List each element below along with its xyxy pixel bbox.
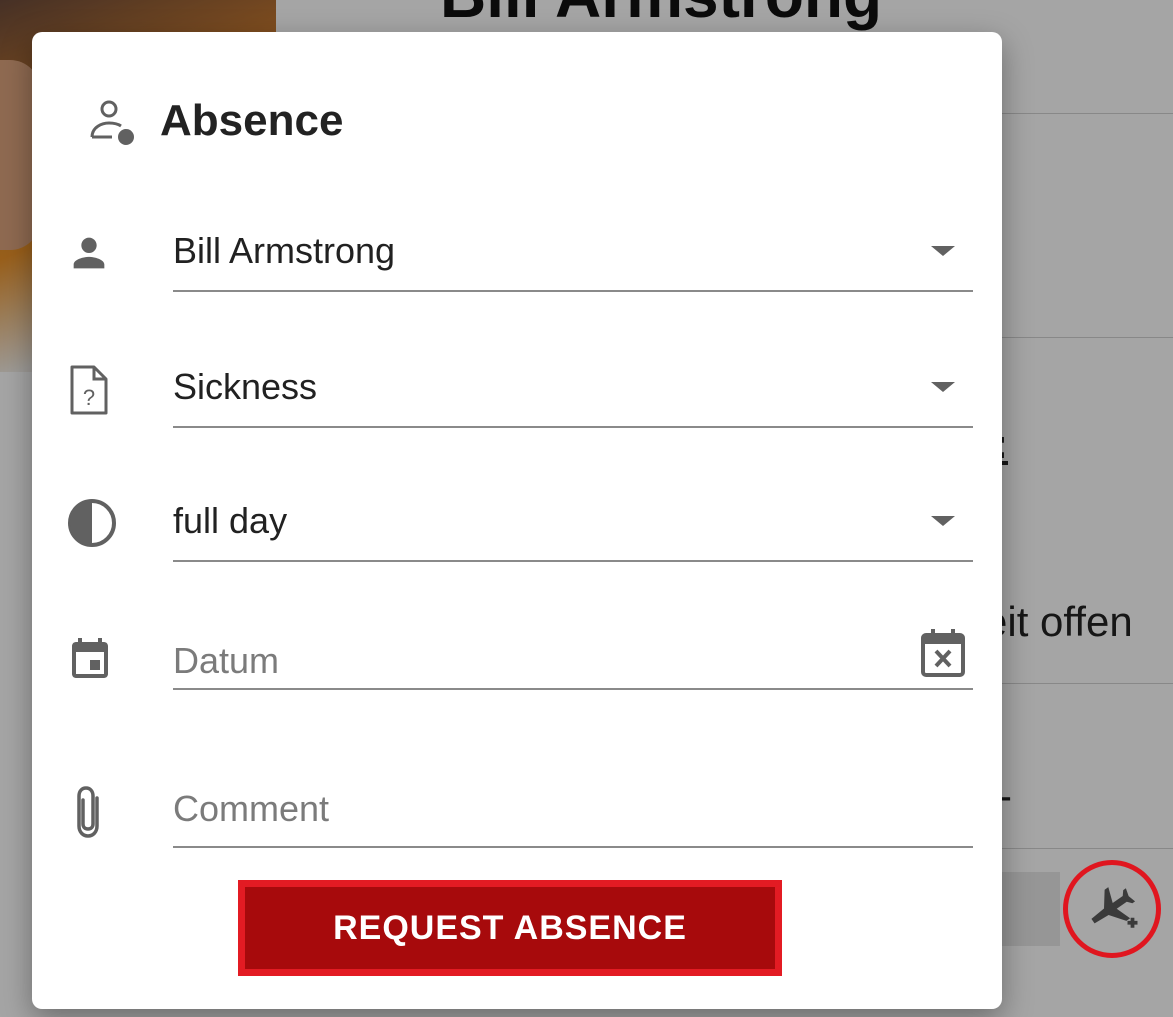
date-input[interactable]: Datum <box>62 628 973 710</box>
field-underline <box>173 846 973 848</box>
calendar-clear-icon[interactable] <box>919 628 967 683</box>
employee-value: Bill Armstrong <box>173 230 396 271</box>
comment-input[interactable]: Comment <box>62 780 973 860</box>
absence-dialog: Absence Bill Armstrong ? Sickness full d… <box>32 32 1002 1009</box>
half-circle-icon <box>66 497 118 554</box>
field-underline <box>173 688 973 690</box>
request-absence-button[interactable]: REQUEST ABSENCE <box>238 880 782 976</box>
calendar-icon <box>66 636 114 689</box>
duration-select[interactable]: full day <box>62 494 973 574</box>
chevron-down-icon[interactable] <box>929 512 957 535</box>
absence-type-value: Sickness <box>173 366 318 407</box>
field-underline <box>173 426 973 428</box>
dialog-title: Absence <box>160 96 344 145</box>
absence-type-select[interactable]: ? Sickness <box>62 360 973 440</box>
airplane-add-icon <box>1091 887 1138 928</box>
person-icon <box>66 230 112 281</box>
add-absence-fab[interactable] <box>1063 860 1161 958</box>
person-status-icon <box>88 97 138 152</box>
employee-select[interactable]: Bill Armstrong <box>62 224 973 304</box>
chevron-down-icon[interactable] <box>929 378 957 401</box>
comment-placeholder: Comment <box>173 788 330 829</box>
svg-text:?: ? <box>83 385 95 410</box>
chevron-down-icon[interactable] <box>929 242 957 265</box>
field-underline <box>173 560 973 562</box>
duration-value: full day <box>173 500 288 541</box>
field-underline <box>173 290 973 292</box>
file-question-icon: ? <box>66 364 112 421</box>
paperclip-icon <box>66 784 114 845</box>
date-placeholder: Datum <box>173 640 280 681</box>
